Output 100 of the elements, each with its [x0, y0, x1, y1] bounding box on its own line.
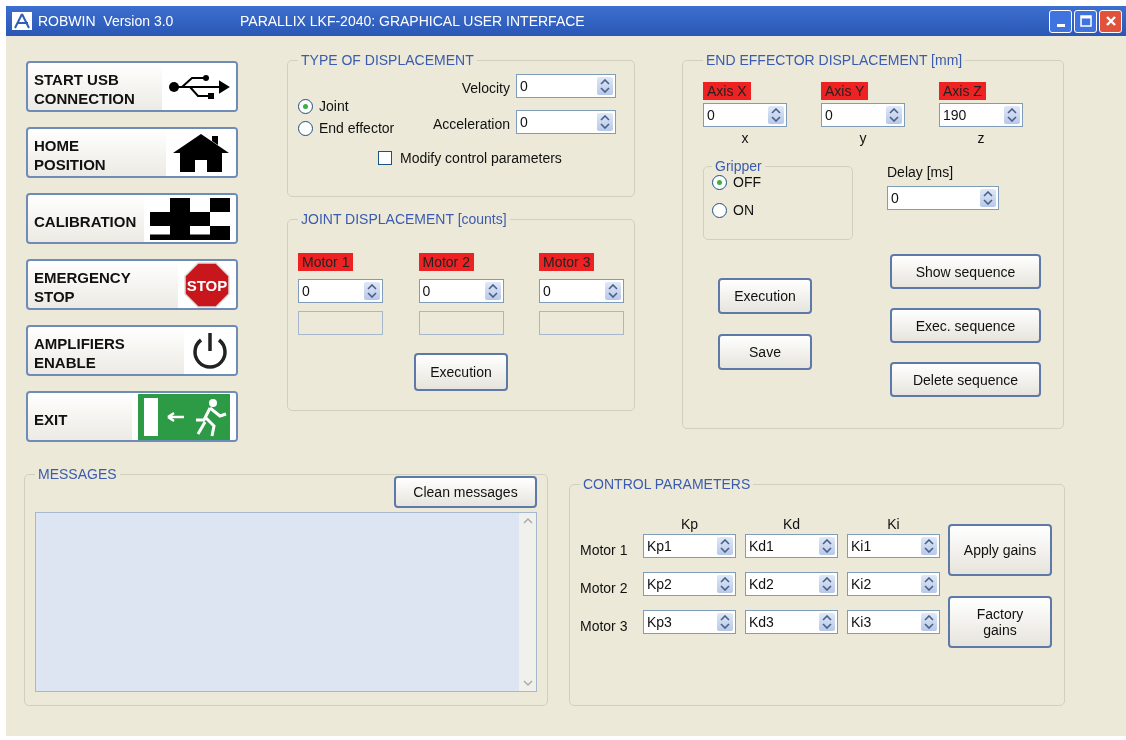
spin-field[interactable]: 0 [516, 74, 616, 98]
close-button[interactable] [1099, 9, 1122, 33]
spinner-button[interactable] [886, 106, 902, 124]
up-down-arrows-icon [822, 577, 832, 591]
spinner-button[interactable] [921, 537, 937, 555]
command-button[interactable]: START USB CONNECTION [26, 61, 238, 112]
motor-label: Motor 3 [539, 253, 595, 271]
checkbox-label: Modify control parameters [400, 150, 562, 166]
up-down-arrows-icon [1007, 108, 1017, 122]
group-title: END EFFECTOR DISPLACEMENT [mm] [705, 52, 964, 68]
spinner-button[interactable] [768, 106, 784, 124]
spin-field[interactable]: 0 [821, 103, 905, 127]
up-down-arrows-icon [367, 284, 377, 298]
sequence-button[interactable]: Show sequence [890, 254, 1041, 289]
spin-field[interactable]: 0 [887, 186, 999, 210]
up-down-arrows-icon [487, 284, 498, 298]
up-down-arrows-icon [983, 191, 993, 205]
spinner-button[interactable] [819, 613, 835, 631]
spinner-button[interactable] [717, 537, 733, 555]
sequence-button[interactable]: Delete sequence [890, 362, 1041, 397]
spinner-button[interactable] [921, 613, 937, 631]
spinner-button[interactable] [717, 575, 733, 593]
field-label: Velocity [461, 79, 510, 96]
up-down-arrows-icon [720, 539, 730, 553]
app-logo-icon [12, 12, 32, 30]
spin-field[interactable]: Ki1 [847, 534, 940, 558]
axis-label: Axis X [703, 82, 751, 100]
spinner-button[interactable] [819, 575, 835, 593]
spinner-button[interactable] [484, 282, 501, 300]
window-title: PARALLIX LKF-2040: GRAPHICAL USER INTERFACE [240, 13, 586, 29]
radio-button[interactable] [298, 120, 313, 136]
stop-sign-icon: STOP [184, 261, 230, 308]
axis-caption: y [858, 130, 868, 146]
app-name: ROBWIN Version 3.0 [38, 13, 175, 29]
up-down-arrows-icon [924, 577, 934, 591]
up-down-arrows-icon [889, 108, 899, 122]
spin-field[interactable]: Kp3 [643, 610, 736, 634]
up-down-arrows-icon [924, 539, 934, 553]
radio-button[interactable] [298, 98, 313, 114]
command-button[interactable]: EXIT [26, 391, 238, 442]
axis-caption: x [740, 130, 750, 146]
radio-button[interactable] [712, 174, 727, 190]
action-button[interactable]: Execution [718, 278, 812, 314]
command-button[interactable]: CALIBRATION [26, 193, 238, 244]
sequence-button[interactable]: Exec. sequence [890, 308, 1041, 343]
spin-field[interactable]: Kd1 [745, 534, 838, 558]
up-down-arrows-icon [822, 615, 832, 629]
gains-button[interactable]: Factory gains [948, 596, 1052, 648]
column-header: Kd [781, 516, 802, 532]
column-header: Kp [679, 516, 700, 532]
checkbox[interactable] [378, 151, 392, 165]
spin-field[interactable]: 0 [539, 279, 624, 303]
up-down-arrows-icon [720, 615, 730, 629]
spin-field[interactable]: 0 [703, 103, 787, 127]
up-down-arrows-icon [771, 108, 781, 122]
emergency-exit-icon [138, 393, 230, 440]
axis-label: Axis Y [821, 82, 869, 100]
spinner-button[interactable] [819, 537, 835, 555]
up-down-arrows-icon [924, 615, 934, 629]
clean-messages-button[interactable]: Clean messages [394, 476, 537, 508]
command-button[interactable]: HOME POSITION [26, 127, 238, 178]
spinner-button[interactable] [597, 77, 613, 95]
spinner-button[interactable] [980, 189, 996, 207]
motor-label: Motor 2 [418, 253, 474, 271]
gains-button[interactable]: Apply gains [948, 524, 1052, 576]
row-label: Motor 3 [580, 617, 629, 634]
axis-caption: z [976, 130, 986, 146]
spin-field[interactable]: Kp2 [643, 572, 736, 596]
command-button[interactable]: EMERGENCY STOP STOP [26, 259, 238, 310]
minimize-button[interactable] [1049, 9, 1072, 33]
spin-field[interactable]: Ki3 [847, 610, 940, 634]
group-title: MESSAGES [37, 466, 118, 482]
spin-field[interactable]: Kd3 [745, 610, 838, 634]
group-title: JOINT DISPLACEMENT [counts] [300, 211, 508, 227]
group-title: CONTROL PARAMETERS [582, 476, 752, 492]
power-icon [190, 330, 230, 371]
row-label: Motor 2 [580, 579, 629, 596]
spin-field[interactable]: Kp1 [643, 534, 736, 558]
spinner-button[interactable] [597, 113, 613, 131]
spin-field[interactable]: Ki2 [847, 572, 940, 596]
spinner-button[interactable] [364, 282, 380, 300]
spinner-button[interactable] [605, 282, 621, 300]
execution-button[interactable]: Execution [414, 353, 508, 391]
spin-field[interactable]: 0 [418, 279, 504, 303]
spinner-button[interactable] [1004, 106, 1020, 124]
spinner-button[interactable] [921, 575, 937, 593]
spin-field[interactable]: 190 [939, 103, 1023, 127]
action-button[interactable]: Save [718, 334, 812, 370]
spinner-button[interactable] [717, 613, 733, 631]
up-down-arrows-icon [608, 284, 618, 298]
command-button[interactable]: AMPLIFIERS ENABLE [26, 325, 238, 376]
column-header: Ki [886, 516, 901, 532]
radio-button[interactable] [712, 202, 727, 218]
maximize-button[interactable] [1074, 9, 1097, 33]
axis-label: Axis Z [939, 82, 986, 100]
minimize-icon [1056, 23, 1065, 27]
spin-field[interactable]: Kd2 [745, 572, 838, 596]
house-icon [172, 132, 230, 173]
spin-field[interactable]: 0 [298, 279, 383, 303]
spin-field[interactable]: 0 [516, 110, 616, 134]
